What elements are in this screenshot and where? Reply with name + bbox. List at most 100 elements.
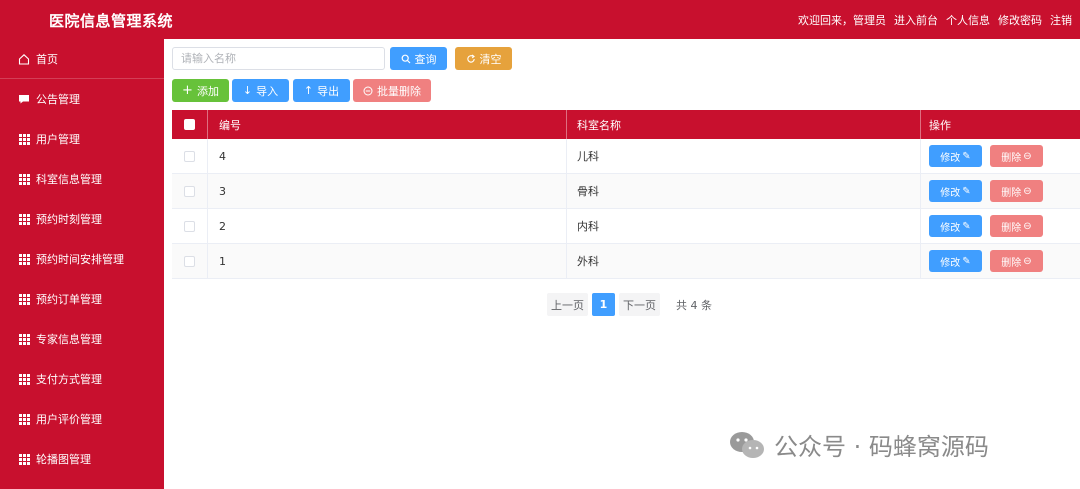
app-title: 医院信息管理系统 (49, 12, 174, 30)
minus-circle-icon (363, 86, 373, 95)
select-all-cell (172, 110, 208, 139)
query-button[interactable]: 查询 (390, 47, 447, 70)
sidebar-item-label: 公告管理 (36, 93, 80, 106)
row-check-cell (172, 174, 208, 208)
profile-link[interactable]: 个人信息 (946, 12, 990, 28)
edit-label: 修改 (940, 257, 961, 269)
minus-circle-icon: ⊖ (1023, 185, 1032, 197)
delete-button[interactable]: 删除 ⊖ (990, 215, 1043, 237)
import-label: 导入 (256, 84, 279, 98)
sidebar: 首页 公告管理 用户管理 科室信息管理 预约时刻管理 预约时间安排管理 预约订单… (0, 39, 164, 489)
row-actions: 修改 ✎ 删除 ⊖ (921, 244, 1080, 278)
row-check-cell (172, 139, 208, 173)
export-label: 导出 (317, 84, 340, 98)
minus-circle-icon: ⊖ (1023, 255, 1032, 267)
edit-label: 修改 (940, 187, 961, 199)
row-id: 3 (208, 174, 567, 208)
sidebar-item-label: 科室信息管理 (36, 173, 102, 186)
sidebar-item-departments[interactable]: 科室信息管理 (0, 159, 164, 199)
import-button[interactable]: ↓ 导入 (232, 79, 289, 102)
sidebar-item-users[interactable]: 用户管理 (0, 119, 164, 159)
table-row: 4 儿科 修改 ✎ 删除 ⊖ (172, 139, 1080, 174)
grid-icon (18, 253, 30, 265)
row-check-cell (172, 209, 208, 243)
sidebar-item-label: 支付方式管理 (36, 373, 102, 386)
edit-icon: ✎ (962, 185, 971, 197)
grid-icon (18, 453, 30, 465)
grid-icon (18, 213, 30, 225)
batch-delete-button[interactable]: 批量删除 (353, 79, 431, 102)
prev-page-button[interactable]: 上一页 (547, 293, 588, 316)
header-links: 欢迎回来，管理员 进入前台 个人信息 修改密码 注销 (798, 12, 1072, 28)
search-icon (401, 54, 410, 63)
delete-button[interactable]: 删除 ⊖ (990, 180, 1043, 202)
edit-icon: ✎ (962, 255, 971, 267)
goto-frontend-link[interactable]: 进入前台 (894, 12, 938, 28)
grid-icon (18, 413, 30, 425)
arrow-up-icon: ↑ (303, 84, 314, 97)
edit-label: 修改 (940, 152, 961, 164)
sidebar-item-label: 用户管理 (36, 133, 80, 146)
row-checkbox[interactable] (184, 150, 195, 162)
current-page-button[interactable]: 1 (592, 293, 615, 316)
home-icon (18, 53, 30, 65)
row-checkbox[interactable] (184, 220, 195, 232)
row-name: 外科 (567, 244, 921, 278)
watermark: 公众号 · 码蜂窝源码 (728, 427, 989, 462)
clear-label: 清空 (479, 52, 502, 66)
sidebar-item-notice[interactable]: 公告管理 (0, 79, 164, 119)
clear-button[interactable]: 清空 (455, 47, 512, 70)
sidebar-item-reviews[interactable]: 用户评价管理 (0, 399, 164, 439)
table-row: 2 内科 修改 ✎ 删除 ⊖ (172, 209, 1080, 244)
edit-button[interactable]: 修改 ✎ (929, 250, 982, 272)
row-checkbox[interactable] (184, 185, 195, 197)
sidebar-item-appointment-schedule[interactable]: 预约时间安排管理 (0, 239, 164, 279)
edit-icon: ✎ (962, 150, 971, 162)
delete-button[interactable]: 删除 ⊖ (990, 145, 1043, 167)
sidebar-item-payment-methods[interactable]: 支付方式管理 (0, 359, 164, 399)
add-button[interactable]: + 添加 (172, 79, 229, 102)
pagination: 上一页 1 下一页 共 4 条 (547, 293, 712, 316)
sidebar-item-home[interactable]: 首页 (0, 39, 164, 79)
watermark-text: 公众号 · 码蜂窝源码 (774, 433, 989, 461)
plus-icon: + (182, 83, 193, 98)
row-name: 儿科 (567, 139, 921, 173)
sidebar-item-appointment-orders[interactable]: 预约订单管理 (0, 279, 164, 319)
sidebar-item-experts[interactable]: 专家信息管理 (0, 319, 164, 359)
minus-circle-icon: ⊖ (1023, 220, 1032, 232)
edit-icon: ✎ (962, 220, 971, 232)
next-page-button[interactable]: 下一页 (619, 293, 660, 316)
row-name: 骨科 (567, 174, 921, 208)
search-input[interactable] (172, 47, 385, 70)
sidebar-item-carousel[interactable]: 轮播图管理 (0, 439, 164, 479)
delete-label: 删除 (1001, 257, 1022, 269)
wechat-icon (730, 431, 764, 458)
delete-button[interactable]: 删除 ⊖ (990, 250, 1043, 272)
grid-icon (18, 133, 30, 145)
refresh-icon (466, 54, 475, 63)
table-row: 3 骨科 修改 ✎ 删除 ⊖ (172, 174, 1080, 209)
export-button[interactable]: ↑ 导出 (293, 79, 350, 102)
row-actions: 修改 ✎ 删除 ⊖ (921, 174, 1080, 208)
arrow-down-icon: ↓ (242, 84, 253, 97)
header-op: 操作 (929, 118, 951, 132)
edit-button[interactable]: 修改 ✎ (929, 145, 982, 167)
sidebar-item-label: 预约时间安排管理 (36, 253, 124, 266)
sidebar-item-label: 首页 (36, 52, 58, 66)
header-id: 编号 (208, 110, 567, 139)
select-all-checkbox[interactable] (184, 119, 195, 130)
header-name: 科室名称 (567, 110, 921, 139)
row-actions: 修改 ✎ 删除 ⊖ (921, 209, 1080, 243)
row-id: 2 (208, 209, 567, 243)
sidebar-item-appointment-slots[interactable]: 预约时刻管理 (0, 199, 164, 239)
logout-link[interactable]: 注销 (1050, 12, 1072, 28)
sidebar-item-label: 轮播图管理 (36, 453, 91, 466)
sidebar-item-label: 预约订单管理 (36, 293, 102, 306)
edit-button[interactable]: 修改 ✎ (929, 215, 982, 237)
total-count: 共 4 条 (676, 298, 712, 312)
delete-label: 删除 (1001, 222, 1022, 234)
row-checkbox[interactable] (184, 255, 195, 267)
batch-delete-label: 批量删除 (377, 84, 421, 98)
edit-button[interactable]: 修改 ✎ (929, 180, 982, 202)
change-password-link[interactable]: 修改密码 (998, 12, 1042, 28)
